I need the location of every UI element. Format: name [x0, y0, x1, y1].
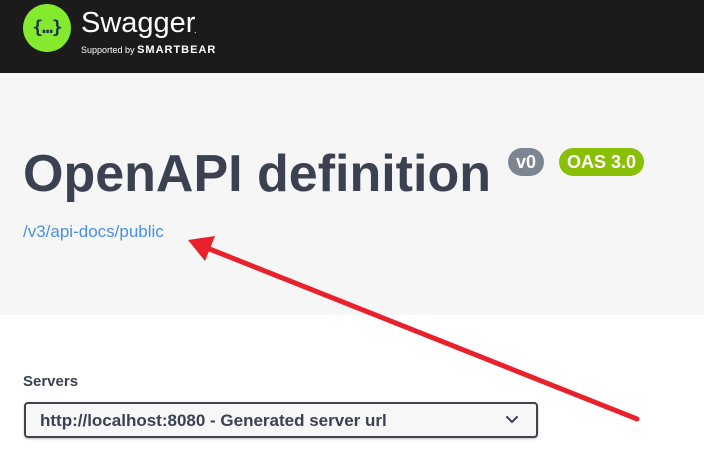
chevron-down-icon	[506, 416, 518, 423]
swagger-logo-icon[interactable]: {…}	[23, 4, 71, 52]
server-select-value: http://localhost:8080 - Generated server…	[40, 411, 387, 430]
supported-by-text: Supported by	[81, 45, 135, 55]
brand-trademark: .	[194, 25, 197, 35]
version-badge: v0	[508, 148, 545, 176]
topbar: {…} Swagger . Supported by SMARTBEAR	[0, 0, 704, 73]
oas-badge: OAS 3.0	[559, 148, 645, 176]
servers-label: Servers	[23, 373, 79, 390]
smartbear-text: SMARTBEAR	[137, 44, 217, 56]
server-select[interactable]: http://localhost:8080 - Generated server…	[24, 402, 538, 438]
brand-name[interactable]: Swagger	[81, 6, 195, 40]
page-title: OpenAPI definition	[23, 145, 491, 203]
spec-url-link[interactable]: /v3/api-docs/public	[23, 222, 164, 242]
brand-supported-by: Supported by SMARTBEAR	[81, 44, 216, 56]
